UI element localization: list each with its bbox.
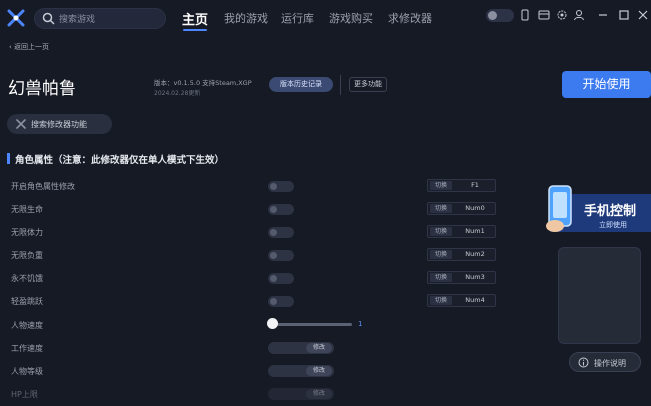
phone-hand-icon [546, 185, 572, 232]
game-search-input[interactable]: 搜索游戏 [34, 8, 166, 29]
help-button[interactable]: 操作说明 [569, 352, 641, 372]
speed-value: 1 [358, 320, 363, 328]
hotkey: Num4 [465, 296, 485, 304]
switch-tag: 切换 [430, 250, 452, 259]
switch-tag: 切换 [430, 204, 452, 213]
update-date: 2024.02.28更新 [154, 90, 201, 97]
game-title: 幻兽帕鲁 [8, 79, 76, 99]
toggle-knob [270, 229, 277, 236]
hotkey-box[interactable]: 切换 Num1 [427, 225, 496, 238]
gear-icon[interactable] [556, 9, 568, 21]
hotkey: Num0 [465, 204, 485, 212]
row-label: 轻盈跳跃 [11, 297, 43, 306]
row-label: 工作速度 [11, 344, 43, 353]
toggle-knob [270, 275, 277, 282]
nav-runtime[interactable]: 运行库 [281, 10, 314, 26]
toggle-knob [270, 252, 277, 259]
search-icon [42, 12, 55, 25]
toggle-switch[interactable] [268, 204, 294, 215]
hotkey-box[interactable]: 切换 Num0 [427, 202, 496, 215]
row-label: 永不饥饿 [11, 274, 43, 283]
maximize-icon[interactable] [618, 9, 630, 21]
speed-slider-track[interactable] [272, 323, 352, 326]
top-bar: 搜索游戏 主页 我的游戏 运行库 游戏购买 求修改器 [0, 0, 651, 38]
hotkey: Num3 [465, 273, 485, 281]
hotkey-box[interactable]: 切换 F1 [427, 179, 496, 192]
switch-tag: 切换 [430, 273, 452, 282]
search-placeholder: 搜索游戏 [59, 15, 96, 25]
nav-active-indicator [183, 29, 207, 31]
theme-toggle-knob [488, 11, 497, 20]
search-feature-label: 搜索修改器功能 [31, 120, 87, 129]
back-link[interactable]: ‹ 返回上一页 [9, 42, 49, 52]
user-icon[interactable] [573, 9, 585, 21]
close-icon[interactable] [637, 9, 649, 21]
value-field[interactable]: 修改 [268, 388, 334, 400]
info-icon [578, 357, 589, 368]
phone-icon[interactable] [519, 9, 531, 21]
version-history-button[interactable]: 版本历史记录 [269, 77, 333, 92]
speed-slider-handle[interactable] [267, 318, 278, 329]
back-label: 返回上一页 [14, 43, 50, 51]
hotkey-box[interactable]: 切换 Num4 [427, 294, 496, 307]
value-field[interactable]: 修改 [268, 342, 334, 354]
row-label: 无限体力 [11, 228, 43, 237]
help-label: 操作说明 [594, 359, 626, 368]
nav-request-trainer[interactable]: 求修改器 [388, 10, 432, 26]
nav-home[interactable]: 主页 [182, 9, 208, 28]
hotkey-box[interactable]: 切换 Num2 [427, 248, 496, 261]
section-title: 角色属性（注意：此修改器仅在单人模式下生效） [15, 155, 225, 166]
nav-buy-games[interactable]: 游戏购买 [329, 10, 373, 26]
hotkey: Num2 [465, 250, 485, 258]
section-accent [7, 153, 10, 164]
toggle-switch[interactable] [268, 273, 294, 284]
modify-button[interactable]: 修改 [306, 389, 332, 399]
tools-icon [16, 119, 26, 129]
minimize-icon[interactable] [597, 9, 609, 21]
modify-button[interactable]: 修改 [306, 343, 332, 353]
row-label: 人物速度 [11, 321, 43, 330]
switch-tag: 切换 [430, 227, 452, 236]
toggle-switch[interactable] [268, 250, 294, 261]
toggle-knob [270, 298, 277, 305]
toggle-knob [270, 183, 277, 190]
more-features-button[interactable]: 更多功能 [349, 77, 387, 92]
toggle-switch[interactable] [268, 296, 294, 307]
hotkey: F1 [471, 181, 479, 189]
value-field[interactable]: 修改 [268, 365, 334, 377]
nav-my-games[interactable]: 我的游戏 [224, 10, 268, 26]
hotkey: Num1 [465, 227, 485, 235]
promo-subtitle: 立即使用 [599, 221, 627, 229]
promo-title: 手机控制 [584, 204, 637, 219]
divider [340, 75, 341, 95]
row-label: 无限生命 [11, 205, 43, 214]
modify-button[interactable]: 修改 [306, 366, 332, 376]
row-label: 无限负重 [11, 251, 43, 260]
switch-tag: 切换 [430, 181, 452, 190]
mobile-control-banner[interactable]: 手机控制 立即使用 [541, 184, 651, 234]
toggle-switch[interactable] [268, 181, 294, 192]
version-info: 版本：v0.1.5.0 支持Steam,XGP [154, 79, 252, 87]
switch-tag: 切换 [430, 296, 452, 305]
toggle-knob [270, 206, 277, 213]
card-icon[interactable] [538, 9, 550, 21]
app-logo-icon [7, 9, 25, 27]
side-panel [558, 247, 641, 344]
hotkey-box[interactable]: 切换 Num3 [427, 271, 496, 284]
row-label: HP上限 [11, 390, 38, 399]
row-label: 开启角色属性修改 [11, 182, 75, 191]
search-feature-button[interactable]: 搜索修改器功能 [7, 114, 112, 134]
start-button[interactable]: 开始使用 [562, 71, 651, 98]
row-label: 人物等级 [11, 367, 43, 376]
toggle-switch[interactable] [268, 227, 294, 238]
theme-toggle[interactable] [486, 9, 514, 22]
